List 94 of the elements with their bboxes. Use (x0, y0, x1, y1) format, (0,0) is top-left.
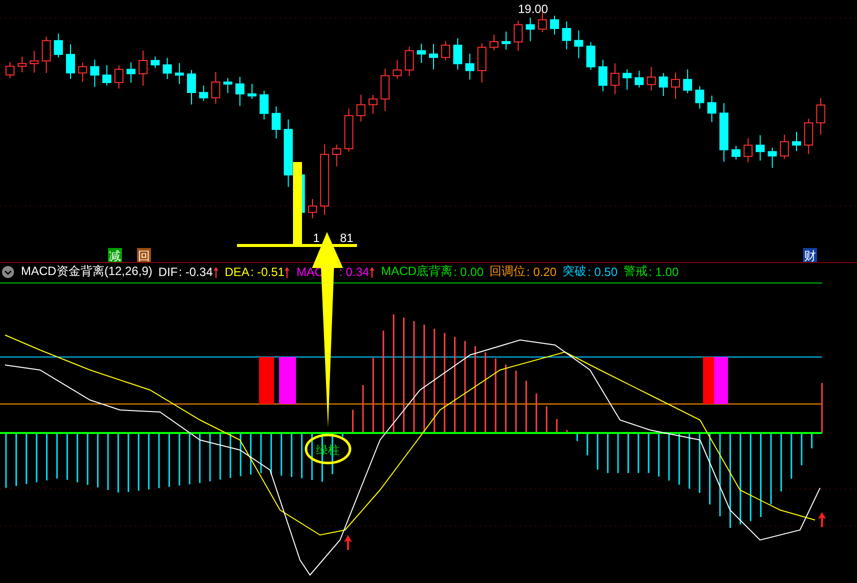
candlestick (150, 56, 160, 68)
candlestick (453, 38, 462, 70)
signal-block (259, 357, 274, 404)
candlestick (187, 70, 196, 105)
candlestick (732, 145, 740, 160)
indicator-value: : 0.34 (339, 264, 370, 278)
candlestick (634, 70, 644, 88)
candlestick (646, 66, 656, 92)
indicator-label: DIF (158, 264, 178, 278)
indicator-value: : -0.51 (250, 264, 284, 278)
candlestick (102, 64, 112, 86)
candlestick (308, 198, 317, 219)
signal-block (714, 357, 728, 404)
candlestick (756, 134, 765, 162)
candlestick (6, 62, 14, 78)
candlestick (344, 108, 354, 152)
indicator-value: : 1.00 (648, 264, 679, 278)
indicator-value: : 0.50 (588, 264, 618, 278)
candlestick (550, 15, 559, 35)
candlestick (18, 56, 27, 73)
candlestick (744, 138, 753, 163)
indicator-value: : 0.00 (454, 264, 484, 278)
candlestick (768, 147, 777, 168)
high-price-label: 19.00 (518, 2, 548, 16)
candlestick (138, 50, 148, 86)
candlestick (284, 118, 293, 188)
candlestick (804, 118, 814, 155)
candlestick (416, 43, 426, 64)
candlestick (211, 72, 220, 104)
candlestick (272, 106, 281, 139)
candlestick (586, 42, 596, 70)
indicator-name: MACD资金背离(12,26,9) (21, 263, 152, 280)
candlestick (792, 131, 801, 152)
candlestick (260, 90, 269, 120)
indicator-value: : 0.20 (526, 264, 557, 278)
candlestick (248, 83, 256, 100)
candlestick (610, 62, 620, 95)
candlestick (465, 53, 474, 80)
indicator-label: 警戒 (624, 263, 648, 280)
candlestick (562, 21, 572, 50)
candlestick (526, 17, 535, 42)
candlestick (574, 30, 584, 59)
candlestick (816, 98, 826, 136)
signal-marker: 减 (108, 248, 122, 262)
indicator-label: 回调位 (490, 263, 526, 280)
candlestick (320, 144, 330, 216)
up-arrow-icon (344, 535, 352, 550)
candlestick (490, 34, 498, 51)
candlestick (235, 76, 244, 106)
low-price-label: 1 (313, 231, 320, 245)
low-price-label: 81 (340, 231, 354, 245)
candlestick (78, 62, 88, 82)
candlestick (695, 86, 704, 110)
candlestick (368, 94, 378, 114)
candlestick (380, 68, 390, 112)
candlestick (66, 44, 75, 80)
candlestick (477, 42, 486, 84)
indicator-label: DEA (224, 264, 250, 278)
candlestick (502, 31, 511, 50)
signal-block (279, 357, 296, 404)
candlestick (514, 20, 523, 52)
candlestick (392, 60, 402, 80)
candlestick (54, 33, 63, 58)
candlestick (114, 64, 124, 90)
candlestick (683, 68, 692, 94)
candlestick (126, 62, 136, 84)
candlestick (622, 68, 632, 90)
candlestick (780, 134, 789, 160)
candlestick (356, 94, 366, 122)
collapse-icon[interactable] (2, 266, 14, 278)
candlestick (90, 59, 100, 88)
indicator-value: : -0.34 (178, 264, 213, 278)
candlestick (429, 44, 438, 70)
indicator-label: MACD底背离 (381, 263, 453, 280)
candlestick (174, 62, 184, 85)
candlestick (30, 50, 39, 74)
candlestick (671, 72, 680, 100)
candlestick (598, 59, 608, 92)
candlestick (162, 57, 172, 80)
candlestick (719, 102, 728, 162)
candlestick (42, 36, 51, 74)
indicator-label: 突破 (562, 263, 587, 280)
candlestick (332, 144, 342, 167)
indicator-label: MAC (296, 264, 324, 278)
up-arrow-icon (818, 512, 826, 527)
candlestick (223, 78, 232, 94)
signal-marker: 回 (137, 248, 151, 262)
signal-marker: 财 (803, 248, 817, 262)
candlestick (404, 46, 414, 76)
candlestick (199, 85, 208, 102)
signal-block (703, 357, 714, 404)
candlestick (658, 72, 668, 97)
candlestick (441, 40, 450, 61)
candlestick (707, 95, 716, 123)
